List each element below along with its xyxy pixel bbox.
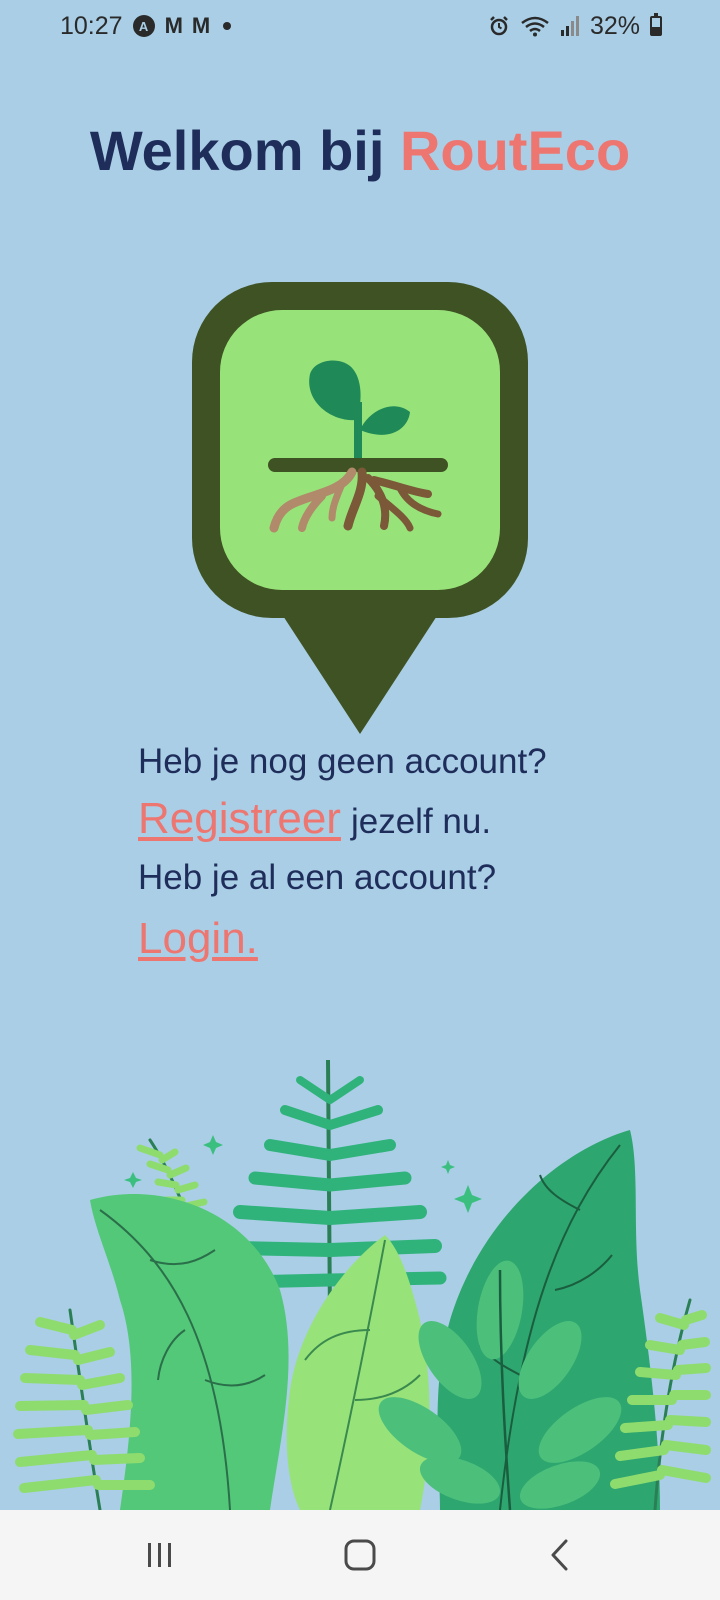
auth-prompt: Heb je nog geen account? Registreer jeze… xyxy=(138,740,658,964)
login-link[interactable]: Login. xyxy=(138,914,258,963)
foliage-illustration xyxy=(0,1058,720,1512)
status-right: 32% xyxy=(488,12,662,41)
recents-icon xyxy=(148,1543,171,1567)
back-icon xyxy=(551,1539,568,1571)
no-account-question: Heb je nog geen account? xyxy=(138,742,547,781)
status-bar: 10:27 A M M 32% xyxy=(0,0,720,52)
navigation-bar xyxy=(0,1510,720,1600)
alarm-icon xyxy=(488,15,510,37)
status-time: 10:27 xyxy=(60,11,123,40)
dot-icon xyxy=(223,22,232,30)
home-button[interactable] xyxy=(320,1525,400,1585)
home-icon xyxy=(344,1539,376,1571)
gmail-icon: M xyxy=(191,13,210,38)
app-logo xyxy=(192,282,528,734)
status-left: 10:27 A M M xyxy=(60,11,232,41)
register-row: Registreer jezelf nu. xyxy=(138,794,658,844)
page-title: Welkom bij RoutEco xyxy=(0,118,720,183)
has-account-question: Heb je al een account? xyxy=(138,858,497,897)
login-row: Login. xyxy=(138,914,658,964)
register-link[interactable]: Registreer xyxy=(138,794,341,844)
battery-icon xyxy=(650,13,662,36)
signal-icon xyxy=(560,15,580,37)
recents-button[interactable] xyxy=(120,1525,200,1585)
a-circle-icon: A xyxy=(132,15,155,37)
back-button[interactable] xyxy=(520,1525,600,1585)
title-prefix: Welkom bij xyxy=(89,119,400,182)
gmail-icon: M xyxy=(164,13,183,38)
battery-percent: 32% xyxy=(589,11,640,40)
wifi-icon xyxy=(520,15,550,37)
title-brand: RoutEco xyxy=(399,119,631,182)
register-suffix: jezelf nu. xyxy=(350,802,492,841)
sprout-map-pin-logo xyxy=(192,282,528,734)
